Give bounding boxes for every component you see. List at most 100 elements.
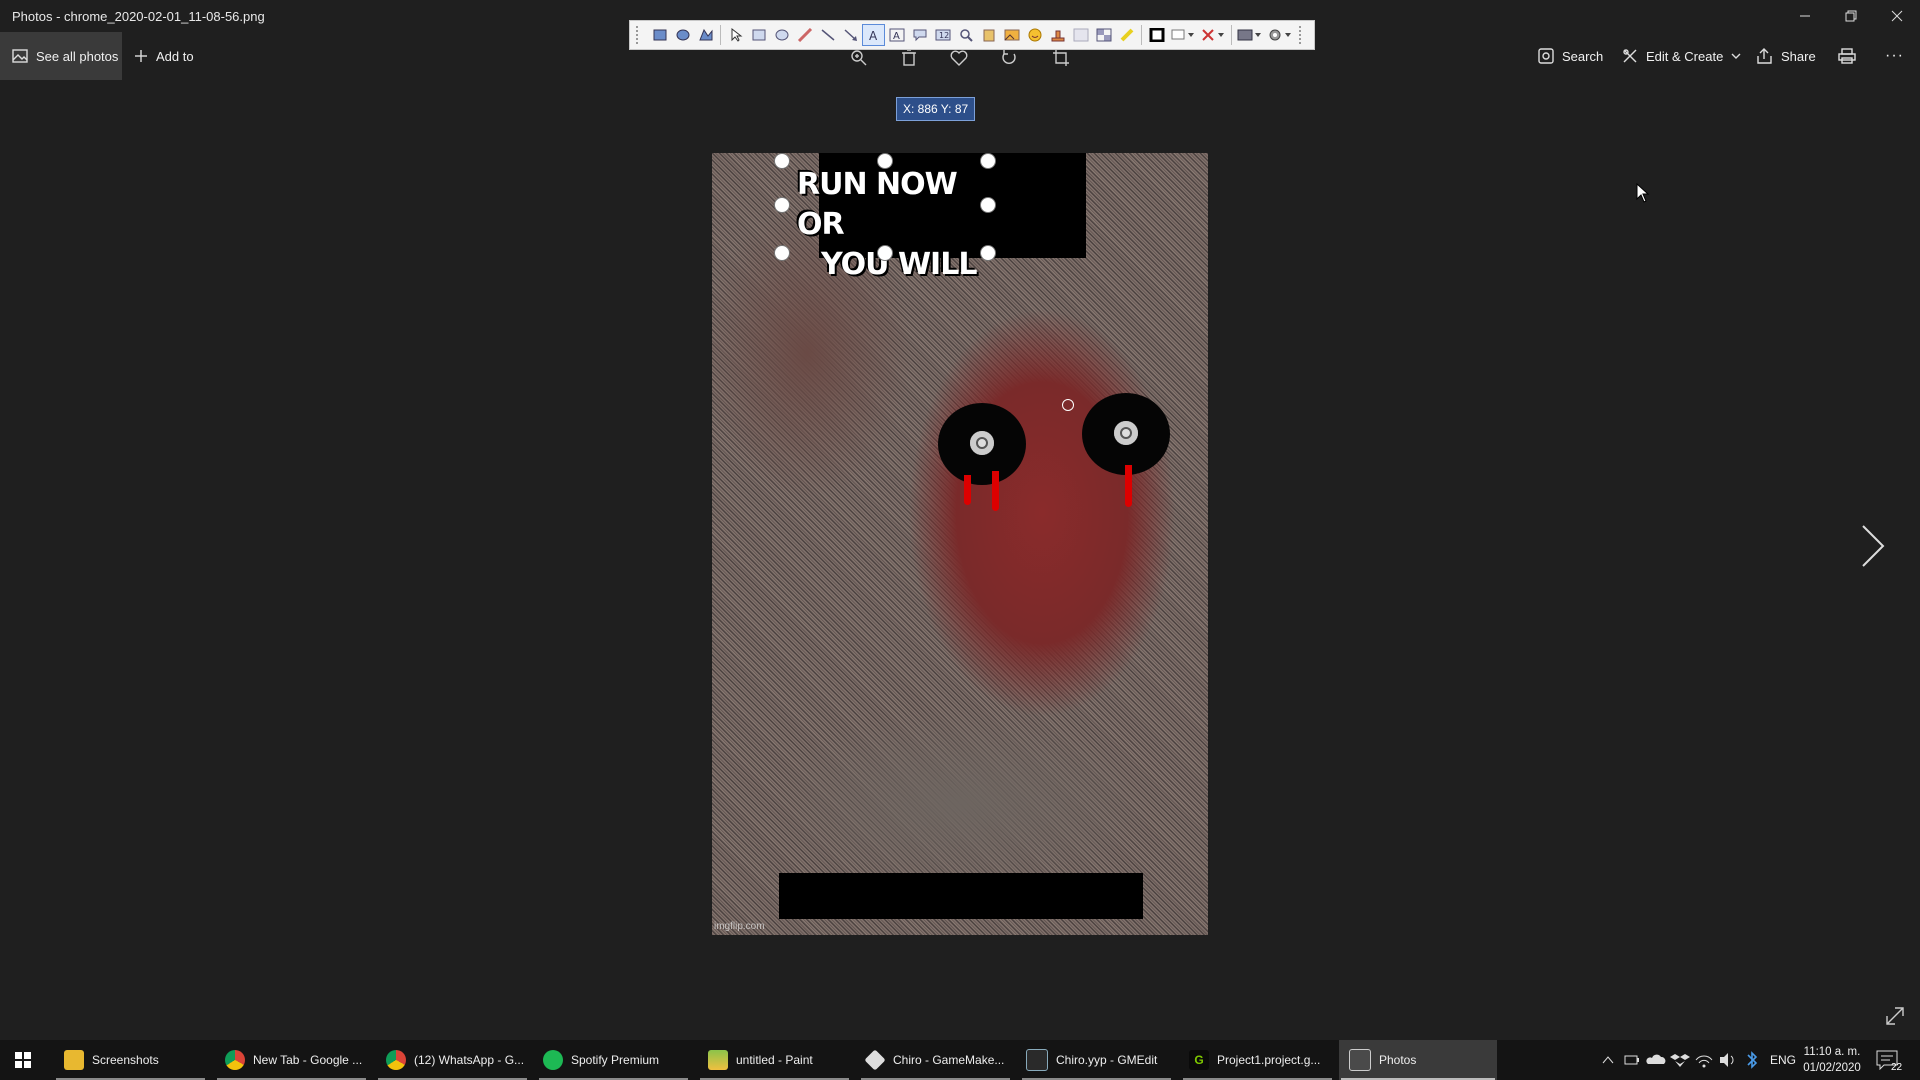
add-to-button[interactable]: Add to — [134, 32, 194, 80]
taskbar-item-chrome-newtab[interactable]: New Tab - Google ... — [215, 1040, 368, 1080]
resize-handle[interactable] — [877, 245, 893, 261]
chevron-up-icon[interactable] — [1596, 1040, 1620, 1080]
watermark: imgflip.com — [714, 921, 765, 932]
paint-icon — [708, 1050, 728, 1070]
resize-handle[interactable] — [877, 153, 893, 169]
bluetooth-icon[interactable] — [1740, 1040, 1764, 1080]
svg-text:12: 12 — [939, 31, 949, 40]
photo-canvas[interactable]: RUN NOW OR YOU WILL imgflip.com — [712, 153, 1208, 935]
next-photo-button[interactable] — [1855, 522, 1889, 570]
zoom-in-icon — [851, 50, 867, 66]
more-options-button[interactable]: ··· — [1885, 32, 1904, 80]
onedrive-icon[interactable] — [1644, 1040, 1668, 1080]
magnifier-tool-icon[interactable] — [954, 24, 977, 46]
settings-dropdown-icon[interactable] — [1265, 24, 1295, 46]
image-tool-icon[interactable] — [1000, 24, 1023, 46]
chevron-right-icon — [1862, 525, 1885, 567]
emoji-tool-icon[interactable] — [1023, 24, 1046, 46]
ellipse-tool-icon[interactable] — [770, 24, 793, 46]
clock[interactable]: 11:10 a. m. 01/02/2020 — [1795, 1044, 1869, 1076]
line-color-picker-icon[interactable] — [1145, 24, 1168, 46]
battery-icon[interactable] — [1620, 1040, 1644, 1080]
share-label: Share — [1781, 48, 1816, 64]
close-button[interactable] — [1874, 0, 1920, 32]
resize-handle[interactable] — [980, 197, 996, 213]
clock-time: 11:10 a. m. — [1803, 1046, 1861, 1058]
shadow-dropdown-icon[interactable] — [1168, 24, 1198, 46]
more-icon: ··· — [1885, 47, 1904, 64]
resize-handle[interactable] — [774, 245, 790, 261]
taskbar-item-label: Screenshots — [92, 1053, 159, 1067]
taskbar-item-spotify[interactable]: Spotify Premium — [537, 1040, 690, 1080]
window-title: Photos - chrome_2020-02-01_11-08-56.png — [12, 9, 265, 24]
pencil-tool-icon[interactable] — [793, 24, 816, 46]
wifi-icon[interactable] — [1692, 1040, 1716, 1080]
resize-handle[interactable] — [774, 153, 790, 169]
clear-dropdown-icon[interactable] — [1198, 24, 1228, 46]
restore-icon — [1845, 10, 1857, 22]
resize-handle[interactable] — [980, 153, 996, 169]
system-tray: ENG — [1596, 1040, 1802, 1080]
resize-handle[interactable] — [774, 197, 790, 213]
see-all-photos-button[interactable]: See all photos — [0, 32, 122, 80]
search-people-icon — [1538, 48, 1554, 64]
edit-create-label: Edit & Create — [1646, 48, 1724, 64]
volume-icon[interactable] — [1716, 1040, 1740, 1080]
text-outline-tool-icon[interactable]: A — [885, 24, 908, 46]
filled-freeform-tool-icon[interactable] — [694, 24, 717, 46]
line-tool-icon[interactable] — [816, 24, 839, 46]
pointer-tool-icon[interactable] — [724, 24, 747, 46]
print-icon — [1838, 48, 1856, 64]
photo-icon — [12, 49, 28, 63]
taskbar-item-label: (12) WhatsApp - G... — [414, 1053, 525, 1067]
svg-text:A: A — [869, 29, 878, 42]
search-label: Search — [1562, 48, 1604, 64]
clipboard-tool-icon[interactable] — [977, 24, 1000, 46]
rectangle-tool-icon[interactable] — [747, 24, 770, 46]
blur-tool-icon[interactable] — [1069, 24, 1092, 46]
gamemaker-icon: G — [1189, 1050, 1209, 1070]
heart-icon — [950, 50, 968, 66]
edit-create-icon — [1623, 49, 1637, 63]
taskbar: Screenshots New Tab - Google ... (12) Wh… — [0, 1040, 1920, 1080]
board-dropdown-icon[interactable] — [1235, 24, 1265, 46]
restore-button[interactable] — [1828, 0, 1874, 32]
highlighter-tool-icon[interactable] — [1115, 24, 1138, 46]
taskbar-item-label: Chiro - GameMake... — [893, 1053, 1005, 1067]
toolbar-grip[interactable] — [636, 26, 642, 44]
taskbar-item-photos[interactable]: Photos — [1339, 1040, 1497, 1080]
taskbar-item-label: untitled - Paint — [736, 1053, 813, 1067]
taskbar-item-gmedit[interactable]: Chiro.yyp - GMEdit — [1020, 1040, 1173, 1080]
taskbar-item-screenshots[interactable]: Screenshots — [54, 1040, 207, 1080]
trash-icon — [902, 49, 916, 66]
print-button[interactable] — [1838, 32, 1856, 80]
share-button[interactable]: Share — [1757, 32, 1816, 80]
taskbar-item-project[interactable]: G Project1.project.g... — [1181, 1040, 1334, 1080]
meme-text[interactable]: RUN NOW OR YOU WILL — [797, 165, 987, 285]
taskbar-item-paint[interactable]: untitled - Paint — [698, 1040, 851, 1080]
taskbar-item-gamemaker[interactable]: Chiro - GameMake... — [859, 1040, 1012, 1080]
filled-rectangle-tool-icon[interactable] — [648, 24, 671, 46]
toolbar-grip-end[interactable] — [1299, 26, 1305, 44]
speech-bubble-tool-icon[interactable] — [908, 24, 931, 46]
stamp-tool-icon[interactable] — [1046, 24, 1069, 46]
filled-ellipse-tool-icon[interactable] — [671, 24, 694, 46]
counter-tool-icon[interactable]: 12 — [931, 24, 954, 46]
close-icon — [1891, 10, 1903, 22]
blood-drip — [1125, 465, 1132, 507]
taskbar-item-label: Chiro.yyp - GMEdit — [1056, 1053, 1158, 1067]
search-button[interactable]: Search — [1538, 32, 1603, 80]
resize-handle[interactable] — [980, 245, 996, 261]
expand-icon — [1886, 1007, 1904, 1025]
pixelate-tool-icon[interactable] — [1092, 24, 1115, 46]
fullscreen-button[interactable] — [1884, 1005, 1906, 1027]
minimize-button[interactable] — [1782, 0, 1828, 32]
arrow-tool-icon[interactable] — [839, 24, 862, 46]
text-tool-icon[interactable]: A — [862, 24, 885, 46]
edit-create-button[interactable]: Edit & Create — [1622, 32, 1741, 80]
dropbox-icon[interactable] — [1668, 1040, 1692, 1080]
right-eye-drawing — [1082, 393, 1170, 475]
toolbar-separator — [720, 25, 721, 45]
taskbar-item-chrome-whatsapp[interactable]: (12) WhatsApp - G... — [376, 1040, 529, 1080]
start-button[interactable] — [0, 1040, 46, 1080]
